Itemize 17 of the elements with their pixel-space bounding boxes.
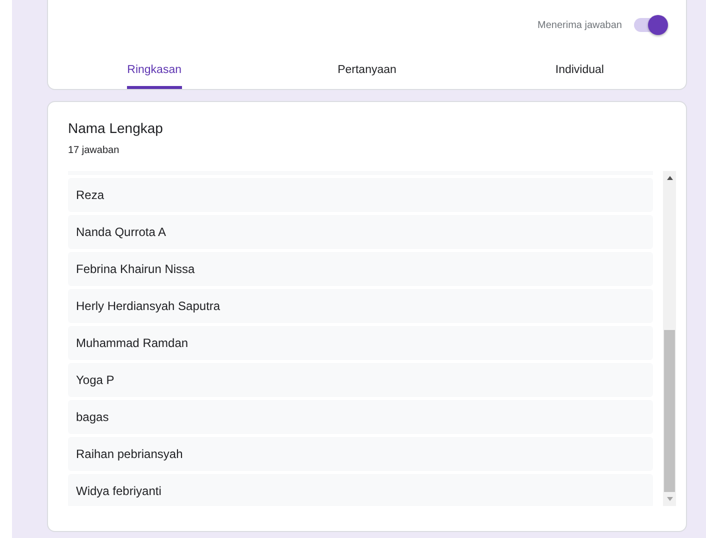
response-row: Herly Herdiansyah Saputra <box>68 289 653 323</box>
response-row: bagas <box>68 400 653 434</box>
question-title: Nama Lengkap <box>68 120 164 136</box>
response-row: Reza <box>68 178 653 212</box>
response-row: Nanda Qurrota A <box>68 215 653 249</box>
response-row: Raihan pebriansyah <box>68 437 653 471</box>
toggle-switch[interactable] <box>634 18 666 32</box>
scrollbar[interactable] <box>663 171 676 506</box>
tab[interactable]: Pertanyaan <box>338 56 396 89</box>
response-row: Muhammad Ramdan <box>68 326 653 360</box>
response-count: 17 jawaban <box>68 145 120 156</box>
tab[interactable]: Ringkasan <box>127 56 182 89</box>
tab[interactable]: Individual <box>555 56 604 89</box>
toggle-label: Menerima jawaban <box>538 20 622 30</box>
response-row: Febrina Khairun Nissa <box>68 252 653 286</box>
response-row: Widya febriyanti <box>68 474 653 506</box>
response-row: Yoga P <box>68 363 653 397</box>
